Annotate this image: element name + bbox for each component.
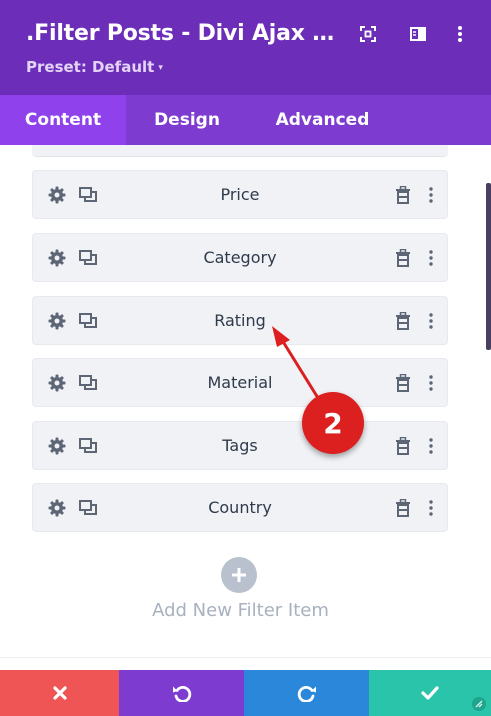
caret-down-icon: ▾ bbox=[158, 63, 163, 73]
trash-icon[interactable] bbox=[393, 436, 413, 456]
sidebar-toggle-icon[interactable] bbox=[406, 22, 430, 46]
filter-item-rating[interactable]: Rating bbox=[32, 296, 448, 345]
scrollbar[interactable] bbox=[486, 183, 491, 350]
close-icon bbox=[52, 686, 67, 700]
more-vertical-icon[interactable] bbox=[421, 373, 441, 393]
filter-item-tags[interactable]: Tags bbox=[32, 421, 448, 470]
more-vertical-icon[interactable] bbox=[448, 22, 472, 46]
tab-advanced[interactable]: Advanced bbox=[248, 95, 397, 145]
cancel-button[interactable] bbox=[0, 670, 119, 716]
preset-selector[interactable]: Preset: Default ▾ bbox=[26, 58, 163, 76]
tab-design[interactable]: Design bbox=[126, 95, 248, 145]
action-bar bbox=[0, 670, 491, 716]
check-icon bbox=[421, 686, 439, 700]
module-title: .Filter Posts - Divi Ajax Filter Module bbox=[26, 21, 346, 46]
add-filter-item-label[interactable]: Add New Filter Item bbox=[0, 600, 481, 621]
filter-item-label: Material bbox=[207, 373, 273, 392]
preset-label: Preset: Default bbox=[26, 58, 155, 76]
plus-icon bbox=[232, 568, 246, 582]
filter-item-label: Country bbox=[208, 498, 272, 517]
trash-icon[interactable] bbox=[393, 185, 413, 205]
filter-item-material[interactable]: Material bbox=[32, 358, 448, 407]
filter-item-label: Price bbox=[220, 185, 260, 204]
filter-item-label: Tags bbox=[222, 436, 258, 455]
more-vertical-icon[interactable] bbox=[421, 436, 441, 456]
filter-item-price[interactable]: Price bbox=[32, 170, 448, 219]
tab-content[interactable]: Content bbox=[0, 95, 126, 145]
trash-icon[interactable] bbox=[393, 248, 413, 268]
trash-icon[interactable] bbox=[393, 373, 413, 393]
filter-item-country[interactable]: Country bbox=[32, 483, 448, 532]
filter-item-label: Rating bbox=[214, 311, 266, 330]
add-filter-item-button[interactable] bbox=[221, 557, 257, 593]
redo-button[interactable] bbox=[244, 670, 369, 716]
more-vertical-icon[interactable] bbox=[421, 311, 441, 331]
filter-item-label: Category bbox=[203, 248, 277, 267]
list-item-partial bbox=[32, 145, 448, 157]
annotation-badge: 2 bbox=[302, 392, 364, 454]
undo-icon bbox=[172, 686, 191, 702]
trash-icon[interactable] bbox=[393, 311, 413, 331]
redo-icon bbox=[297, 686, 316, 702]
module-header: .Filter Posts - Divi Ajax Filter Module … bbox=[0, 0, 491, 95]
expand-icon[interactable] bbox=[356, 22, 380, 46]
resize-handle-icon[interactable] bbox=[472, 697, 486, 711]
filter-item-category[interactable]: Category bbox=[32, 233, 448, 282]
more-vertical-icon[interactable] bbox=[421, 185, 441, 205]
tab-bar: Content Design Advanced bbox=[0, 95, 491, 145]
trash-icon[interactable] bbox=[393, 498, 413, 518]
more-vertical-icon[interactable] bbox=[421, 248, 441, 268]
undo-button[interactable] bbox=[119, 670, 244, 716]
divider bbox=[0, 657, 491, 658]
more-vertical-icon[interactable] bbox=[421, 498, 441, 518]
